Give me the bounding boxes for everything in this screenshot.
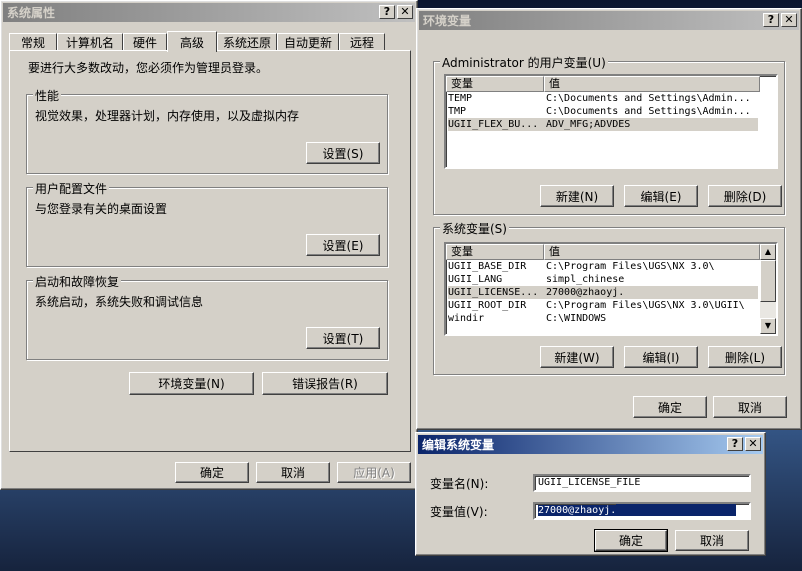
edit-system-variable-titlebar[interactable]: 编辑系统变量 ? ✕ <box>418 435 763 454</box>
system-new-button[interactable]: 新建(W) <box>540 346 614 368</box>
list-item[interactable]: UGII_LANG simpl_chinese <box>448 273 758 286</box>
editvar-cancel-button[interactable]: 取消 <box>675 530 749 551</box>
startup-recovery-group: 启动和故障恢复 系统启动，系统失败和调试信息 设置(T) <box>26 273 388 360</box>
variable-value-label: 变量值(V): <box>430 505 488 519</box>
sysprops-apply-button[interactable]: 应用(A) <box>337 462 411 483</box>
performance-description: 视觉效果，处理器计划，内存使用，以及虚拟内存 <box>35 109 300 123</box>
user-variables-list[interactable]: 变量 值 TEMP C:\Documents and Settings\Admin… <box>444 74 778 169</box>
sysprops-ok-button[interactable]: 确定 <box>175 462 249 483</box>
user-delete-button[interactable]: 删除(D) <box>708 185 782 207</box>
sysprops-cancel-button[interactable]: 取消 <box>256 462 330 483</box>
value-selection-tail <box>616 504 737 516</box>
col-header-variable[interactable]: 变量 <box>446 76 544 92</box>
list-item[interactable]: UGII_BASE_DIR C:\Program Files\UGS\NX 3.0… <box>448 260 758 273</box>
user-profile-settings-button[interactable]: 设置(E) <box>306 234 380 256</box>
list-item-selected[interactable]: UGII_LICENSE... 27000@zhaoyj. <box>448 286 758 299</box>
scroll-down-icon[interactable]: ▼ <box>760 318 776 334</box>
user-profile-label: 用户配置文件 <box>33 180 110 197</box>
list-item[interactable]: UGII_ROOT_DIR C:\Program Files\UGS\NX 3.0… <box>448 299 758 312</box>
user-new-button[interactable]: 新建(N) <box>540 185 614 207</box>
variable-name-input[interactable]: UGII_LICENSE_FILE <box>533 474 751 492</box>
startup-recovery-label: 启动和故障恢复 <box>33 273 122 290</box>
system-variables-scrollbar[interactable]: ▲ ▼ <box>760 244 776 334</box>
scroll-thumb[interactable] <box>760 260 776 302</box>
system-delete-button[interactable]: 删除(L) <box>708 346 782 368</box>
tab-computer-name[interactable]: 计算机名 <box>57 33 123 51</box>
tab-advanced[interactable]: 高级 <box>167 31 217 52</box>
tab-system-restore[interactable]: 系统还原 <box>217 33 277 51</box>
user-edit-button[interactable]: 编辑(E) <box>624 185 698 207</box>
edit-system-variable-window: 编辑系统变量 ? ✕ 变量名(N): UGII_LICENSE_FILE 变量值… <box>415 432 766 556</box>
environment-variables-title: 环境变量 <box>423 14 472 28</box>
user-profile-description: 与您登录有关的桌面设置 <box>35 202 168 216</box>
system-variables-group: 系统变量(S) 变量 值 UGII_BASE_DIR C:\Program Fil… <box>433 220 785 375</box>
tab-auto-update[interactable]: 自动更新 <box>277 33 339 51</box>
close-icon[interactable]: ✕ <box>745 437 761 451</box>
help-icon[interactable]: ? <box>379 5 395 19</box>
list-item[interactable]: windir C:\WINDOWS <box>448 312 758 325</box>
performance-label: 性能 <box>33 87 62 104</box>
list-item[interactable]: TMP C:\Documents and Settings\Admin... <box>448 105 758 118</box>
system-variables-list[interactable]: 变量 值 UGII_BASE_DIR C:\Program Files\UGS\N… <box>444 242 778 336</box>
environment-variables-button[interactable]: 环境变量(N) <box>129 372 254 395</box>
col-header-value[interactable]: 值 <box>544 244 760 260</box>
startup-recovery-description: 系统启动，系统失败和调试信息 <box>35 295 204 309</box>
performance-group: 性能 视觉效果，处理器计划，内存使用，以及虚拟内存 设置(S) <box>26 87 388 174</box>
system-properties-title: 系统属性 <box>7 6 56 20</box>
advanced-tab-panel: 要进行大多数改动，您必须作为管理员登录。 性能 视觉效果，处理器计划，内存使用，… <box>9 50 411 452</box>
user-variables-label: Administrator 的用户变量(U) <box>440 54 608 71</box>
edit-system-variable-title: 编辑系统变量 <box>422 438 495 452</box>
system-properties-titlebar[interactable]: 系统属性 ? ✕ <box>3 3 415 22</box>
system-properties-window: 系统属性 ? ✕ 常规 计算机名 硬件 高级 系统还原 自动更新 远程 要进行大… <box>0 0 418 490</box>
col-header-variable[interactable]: 变量 <box>446 244 544 260</box>
startup-recovery-settings-button[interactable]: 设置(T) <box>306 327 380 349</box>
list-item-selected[interactable]: UGII_FLEX_BU... ADV_MFG;ADVDES <box>448 118 758 131</box>
error-reporting-button[interactable]: 错误报告(R) <box>262 372 388 395</box>
system-variables-label: 系统变量(S) <box>440 220 509 237</box>
tab-general[interactable]: 常规 <box>9 33 57 51</box>
environment-variables-titlebar[interactable]: 环境变量 ? ✕ <box>419 11 799 30</box>
tab-hardware[interactable]: 硬件 <box>123 33 167 51</box>
close-icon[interactable]: ✕ <box>781 13 797 27</box>
performance-settings-button[interactable]: 设置(S) <box>306 142 380 164</box>
system-edit-button[interactable]: 编辑(I) <box>624 346 698 368</box>
editvar-ok-button[interactable]: 确定 <box>594 529 668 552</box>
envvars-cancel-button[interactable]: 取消 <box>713 396 787 418</box>
list-item[interactable]: TEMP C:\Documents and Settings\Admin... <box>448 92 758 105</box>
help-icon[interactable]: ? <box>727 437 743 451</box>
admin-note: 要进行大多数改动，您必须作为管理员登录。 <box>28 61 269 75</box>
help-icon[interactable]: ? <box>763 13 779 27</box>
user-variables-group: Administrator 的用户变量(U) 变量 值 TEMP C:\Docum… <box>433 54 785 215</box>
variable-name-label: 变量名(N): <box>430 477 489 491</box>
close-icon[interactable]: ✕ <box>397 5 413 19</box>
tab-remote[interactable]: 远程 <box>339 33 385 51</box>
scroll-up-icon[interactable]: ▲ <box>760 244 776 260</box>
variable-value-input[interactable]: 27000@zhaoyj. <box>533 502 751 520</box>
environment-variables-window: 环境变量 ? ✕ Administrator 的用户变量(U) 变量 值 TEM… <box>416 8 802 430</box>
user-profile-group: 用户配置文件 与您登录有关的桌面设置 设置(E) <box>26 180 388 267</box>
envvars-ok-button[interactable]: 确定 <box>633 396 707 418</box>
col-header-value[interactable]: 值 <box>544 76 760 92</box>
